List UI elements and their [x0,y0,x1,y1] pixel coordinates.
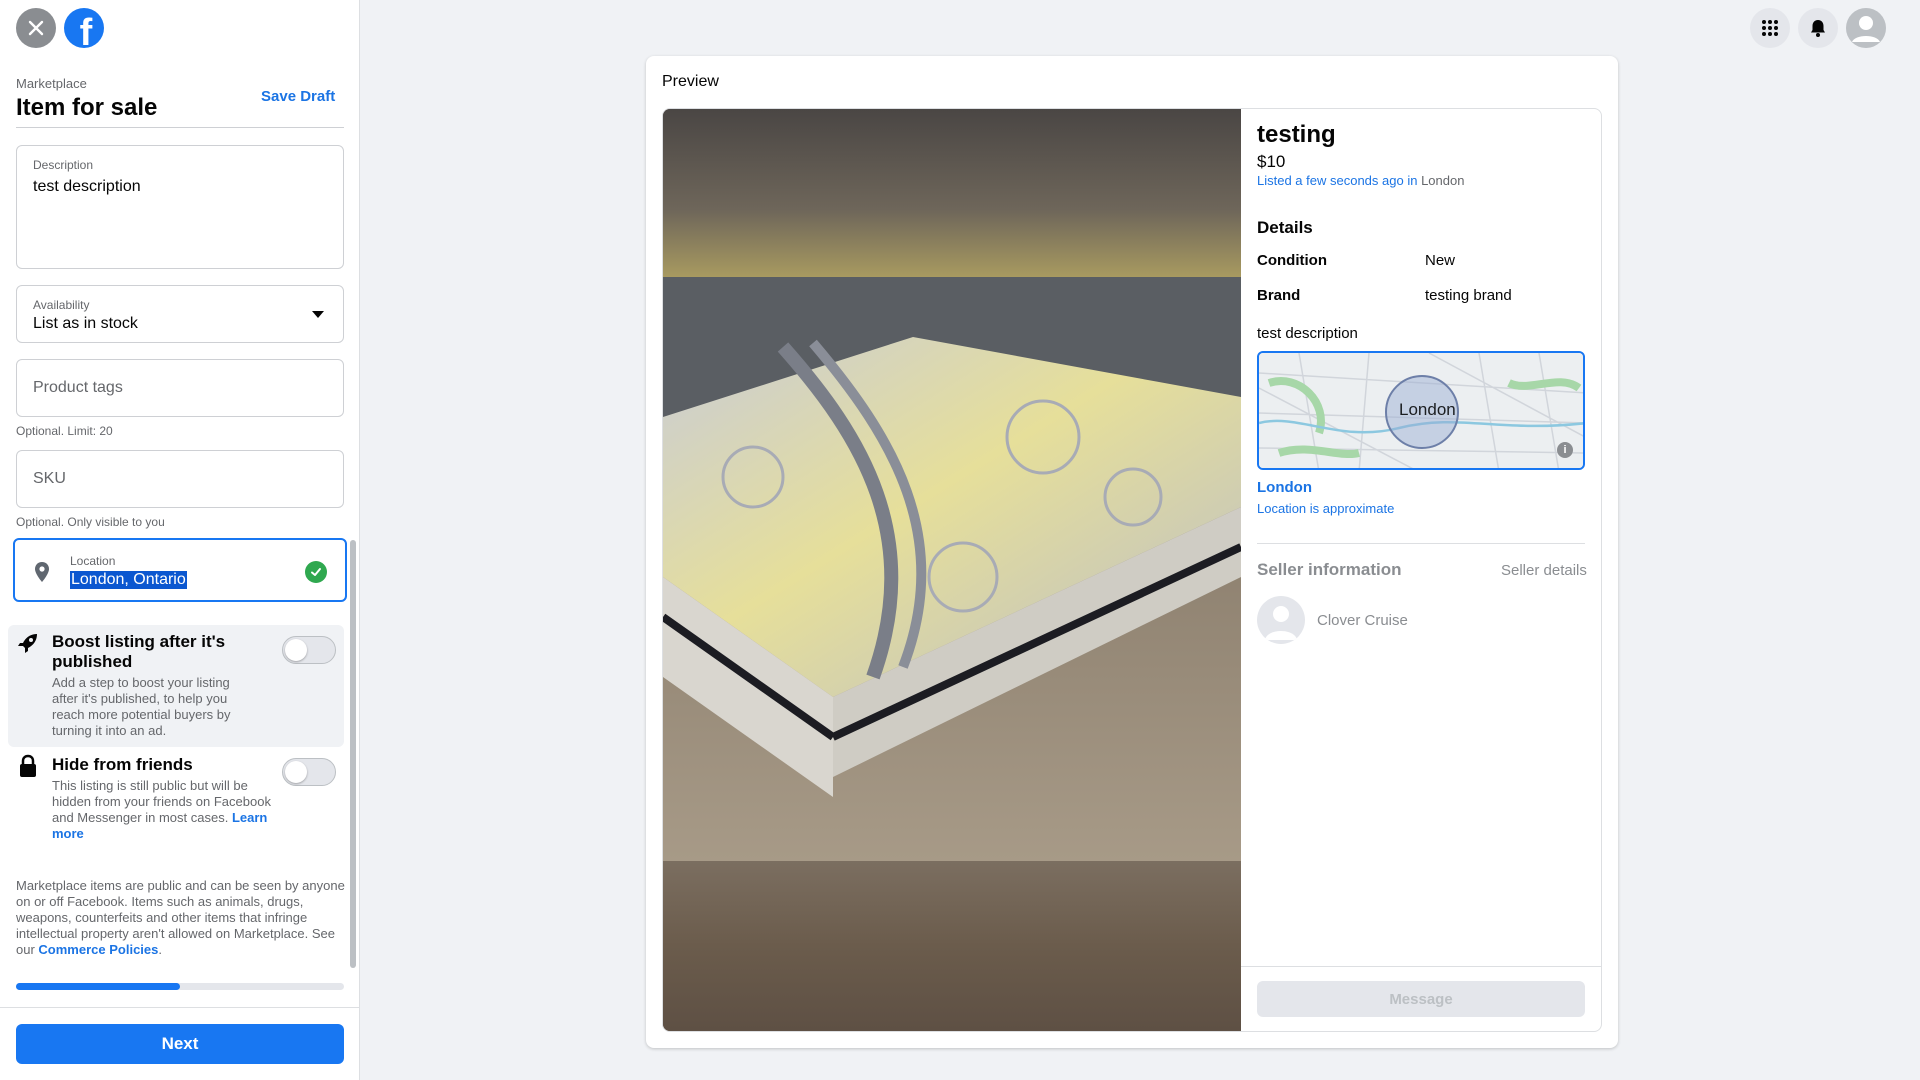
hide-toggle[interactable] [282,758,336,786]
boost-toggle[interactable] [282,636,336,664]
divider [16,127,344,128]
sidebar-scrollbar[interactable] [350,540,356,968]
availability-label: Availability [33,298,90,312]
mattress-illustration [663,277,1241,861]
boost-title: Boost listing after it's published [52,632,226,671]
availability-select[interactable]: Availability List as in stock [16,285,344,343]
boost-description: Add a step to boost your listing after i… [52,675,231,738]
lock-icon [20,754,36,777]
brand-label: Brand [1257,287,1301,304]
listing-photo [663,109,1241,1031]
brand-value: testing brand [1425,287,1512,304]
location-pin-icon [35,562,49,582]
location-link[interactable]: London [1257,479,1312,496]
dropdown-caret-icon [312,311,324,318]
hide-description: This listing is still public but will be… [52,778,271,841]
listing-description: test description [1257,325,1358,342]
progress-fill [16,983,180,990]
description-field[interactable]: Description test description [16,145,344,269]
preview-frame: testing $10 Listed a few seconds ago in … [662,108,1602,1032]
page-title: Item for sale [16,94,158,121]
avatar [1257,596,1305,644]
account-avatar-button[interactable] [1846,8,1886,48]
facebook-logo-icon[interactable]: f [64,8,104,48]
availability-value: List as in stock [33,315,138,332]
close-button[interactable] [16,8,56,48]
sku-input[interactable]: SKU [16,450,344,508]
photo-blur-bottom [663,861,1241,1031]
sku-helper: Optional. Only visible to you [16,515,165,529]
product-tags-placeholder: Product tags [33,379,123,396]
next-button[interactable]: Next [16,1024,344,1064]
rocket-icon [18,634,37,653]
photo-blur-top [663,109,1241,277]
product-tags-input[interactable]: Product tags [16,359,344,417]
description-label: Description [33,158,94,172]
close-icon [28,20,44,36]
listing-form-panel: f Marketplace Item for sale Save Draft D… [0,0,360,1080]
listing-time: Listed a few seconds ago in London [1257,173,1465,188]
seller-name: Clover Cruise [1317,612,1408,629]
location-input[interactable]: Location London, Ontario [13,538,347,602]
details-heading: Details [1257,218,1313,237]
avatar-icon [1265,606,1297,640]
toggle-knob [285,761,307,783]
commerce-policies-link[interactable]: Commerce Policies [38,942,158,957]
seller-info-heading: Seller information [1257,560,1402,579]
notifications-button[interactable] [1798,8,1838,48]
location-map[interactable]: London i [1257,351,1585,470]
description-value: test description [33,178,141,195]
breadcrumb: Marketplace [16,76,87,91]
mattress-image [663,277,1241,861]
policy-notice: Marketplace items are public and can be … [16,878,345,957]
condition-value: New [1425,252,1456,269]
listing-info-panel: testing $10 Listed a few seconds ago in … [1241,109,1601,1031]
message-button[interactable]: Message [1257,981,1585,1017]
menu-grid-icon [1762,20,1778,36]
toggle-knob [285,639,307,661]
listing-price: $10 [1257,152,1286,171]
map-city-label: London [1399,400,1456,419]
check-circle-icon [305,561,327,583]
condition-label: Condition [1257,252,1327,269]
progress-bar [16,983,344,990]
seller-details-link[interactable]: Seller details [1501,562,1587,579]
boost-listing-option: Boost listing after it's published Add a… [8,625,344,747]
divider [1241,966,1601,967]
preview-label: Preview [662,73,719,90]
location-value: London, Ontario [70,571,187,589]
account-avatar-icon [1846,8,1886,48]
listing-preview-card: Preview testing $10 Listed a few seconds… [646,56,1618,1048]
location-label: Location [70,554,116,568]
divider [0,1007,360,1008]
divider [1257,543,1585,544]
notifications-bell-icon [1811,20,1825,37]
location-approximate-note: Location is approximate [1257,501,1395,516]
product-tags-helper: Optional. Limit: 20 [16,424,113,438]
info-icon[interactable]: i [1557,442,1573,458]
hide-title: Hide from friends [52,755,193,774]
menu-grid-button[interactable] [1750,8,1790,48]
listing-title: testing [1257,121,1336,148]
hide-from-friends-option: Hide from friends This listing is still … [8,750,344,850]
sku-placeholder: SKU [33,470,66,487]
save-draft-button[interactable]: Save Draft [261,88,335,105]
